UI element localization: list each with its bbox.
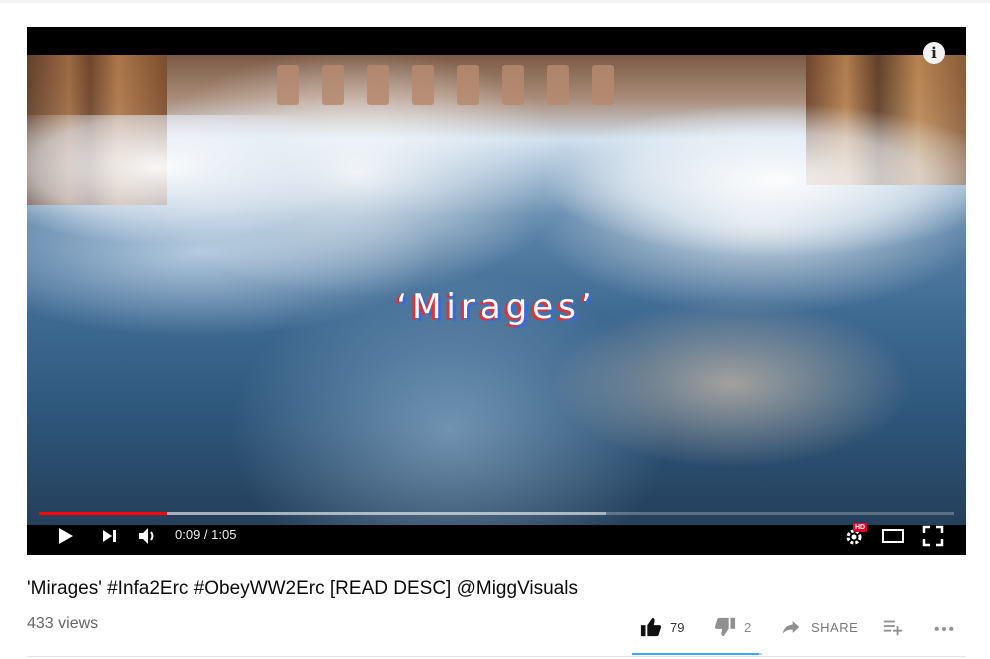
scene-snow-right [546,105,966,255]
video-player[interactable]: ‘Mirages’ i 0:09 / 1:05 HD [27,27,966,555]
like-button[interactable]: 79 [640,615,684,639]
progress-played [39,512,168,515]
progress-bar[interactable] [39,512,954,515]
next-icon[interactable] [101,524,119,548]
sentiment-bar-dislike [759,653,762,655]
player-controls: 0:09 / 1:05 HD [27,519,966,555]
video-overlay-title: ‘Mirages’ [396,287,597,327]
hd-badge: HD [853,523,868,532]
share-button[interactable]: SHARE [781,615,858,639]
more-actions-button[interactable] [933,615,955,639]
dislike-count: 2 [744,619,752,635]
share-label: SHARE [811,619,859,635]
theater-mode-icon[interactable] [881,524,905,548]
fullscreen-icon[interactable] [921,524,945,548]
time-display: 0:09 / 1:05 [175,527,237,542]
dislike-button[interactable]: 2 [714,615,751,639]
info-icon[interactable]: i [923,42,945,64]
scene-posts [277,65,617,105]
view-count: 433 views [27,615,99,632]
more-horizontal-icon [934,626,954,631]
video-title: 'Mirages' #Infa2Erc #ObeyWW2Erc [READ DE… [27,578,578,599]
video-frame[interactable]: ‘Mirages’ [27,55,966,525]
top-divider [0,0,990,3]
play-icon[interactable] [57,524,75,548]
volume-icon[interactable] [137,524,159,548]
scene-snow-left [27,115,357,245]
thumbs-down-icon [714,617,736,637]
playlist-add-icon [883,620,903,636]
like-count: 79 [670,619,685,635]
section-divider [27,656,966,657]
share-arrow-icon [782,621,800,634]
thumbs-up-icon [640,617,662,637]
sentiment-bar-like [632,653,759,655]
add-to-playlist-button[interactable] [882,615,904,639]
